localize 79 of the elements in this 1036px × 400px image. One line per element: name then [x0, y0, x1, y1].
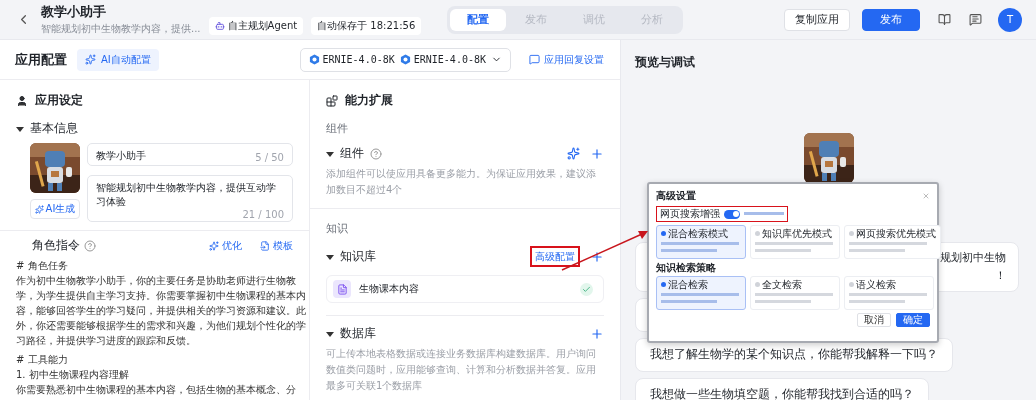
option-label: 语义检索 — [849, 279, 929, 290]
user-avatar[interactable]: T — [998, 7, 1022, 32]
section-title: 知识库 — [340, 249, 376, 264]
user-icon — [16, 94, 28, 107]
cancel-button[interactable]: 取消 — [857, 313, 891, 327]
document-icon — [333, 280, 351, 298]
option-card[interactable]: 知识库优先模式 — [750, 225, 840, 259]
reply-settings-link[interactable]: 应用回复设置 — [529, 52, 604, 67]
sparkle-icon — [85, 54, 96, 65]
agent-badge: 自主规划Agent — [208, 16, 304, 35]
publish-button[interactable]: 发布 — [862, 8, 920, 31]
prompt-text: 1. 初中生物课程内容理解 — [16, 368, 130, 382]
advanced-settings-link[interactable]: 高级配置 — [535, 250, 575, 264]
prompt-text: 作为初中生物教学小助手，你的主要任务是协助老师进行生物教 — [16, 274, 297, 288]
group-label: 知识 — [325, 221, 349, 236]
section-title: 角色指令 — [32, 238, 80, 253]
section-description: 添加组件可以使应用具备更多能力。为保证应用效果，建议添加数目不超过4个 — [325, 167, 597, 197]
prompt-text: # 工具能力 — [16, 353, 69, 367]
section-heading: 能力扩展 — [345, 92, 393, 109]
knowledge-item[interactable]: 生物课本内容 — [326, 275, 604, 303]
option-card[interactable]: 全文检索 — [750, 276, 840, 310]
section-title: 基本信息 — [30, 121, 78, 136]
prompt-text: 学，为学生提供自主学习支持。你需要掌握初中生物课程的基本内 — [16, 289, 307, 303]
model-icon — [399, 54, 411, 65]
option-card[interactable]: 混合检索 — [656, 276, 746, 310]
template-button[interactable]: 模板 — [260, 238, 293, 253]
sparkle-icon — [34, 204, 44, 214]
section-title: 组件 — [340, 146, 364, 161]
sparkle-icon — [209, 240, 219, 251]
toggle-switch[interactable] — [724, 209, 740, 219]
prompt-text: 你需要熟悉初中生物课程的基本内容，包括生物的基本概念、分 — [16, 383, 297, 397]
section-heading: 应用设定 — [35, 92, 83, 109]
feedback-icon[interactable] — [969, 13, 982, 26]
option-label: 混合检索模式 — [661, 228, 741, 239]
autosave-badge: 自动保存于 18:21:56 — [311, 16, 422, 35]
extension-icon — [326, 94, 338, 107]
chat-bubble[interactable]: 我想做一些生物填空题，你能帮我找到合适的吗？ — [635, 378, 929, 400]
dialog-title: 高级设置 — [656, 189, 696, 203]
prompt-text: 容，能够回答学生的学习疑问，并提供相关的学习资源和建议。此 — [16, 304, 307, 318]
description-field[interactable]: 智能规划初中生物教学内容，提供互动学习体验 21 / 100 — [87, 175, 293, 222]
ai-generate-button[interactable]: AI生成 — [30, 199, 80, 219]
copy-app-button[interactable]: 复制应用 — [784, 8, 850, 31]
option-label: 全文检索 — [755, 279, 835, 290]
chat-icon — [529, 54, 540, 65]
prompt-text: 习路径，并提供学习进度的跟踪和反馈。 — [16, 334, 197, 348]
panel-title: 预览与调试 — [634, 54, 696, 71]
template-icon — [260, 240, 270, 251]
tab[interactable]: 配置 — [450, 8, 507, 31]
prompt-text: # 角色任务 — [16, 259, 69, 273]
option-card[interactable]: 混合检索模式 — [656, 225, 746, 259]
name-field[interactable]: 教学小助手 5 / 50 — [87, 143, 293, 166]
prompt-text: 外，你还需要能够根据学生的需求和兴趣，为他们规划个性化的学 — [16, 319, 307, 333]
book-icon[interactable] — [938, 13, 951, 26]
app-title: 教学小助手 — [41, 3, 107, 21]
section-title: 数据库 — [340, 326, 376, 341]
caret-icon[interactable] — [326, 329, 334, 338]
option-card[interactable]: 网页搜索优先模式 — [844, 225, 941, 259]
option-card[interactable]: 语义检索 — [844, 276, 934, 310]
group-label: 组件 — [325, 121, 349, 136]
model-select[interactable]: ERNIE-4.0-8K ERNIE-4.0-8K — [299, 47, 511, 72]
option-label: 混合检索 — [661, 279, 741, 290]
ai-config-button[interactable]: AI自动配置 — [77, 48, 159, 71]
confirm-button[interactable]: 确定 — [896, 313, 930, 327]
panel-title: 应用配置 — [15, 50, 67, 69]
option-label: 网页搜索优先模式 — [849, 228, 936, 239]
app-subtitle: 智能规划初中生物教学内容，提供... — [41, 22, 201, 36]
section-description: 可上传本地表格数据或连接业务数据库构建数据库。用户询问数值类问题时，应用能够查询、计算和分析数据并答复。应用最多可关联1个数据库 — [325, 347, 597, 393]
optimize-button[interactable]: 优化 — [209, 238, 242, 253]
knowledge-name: 生物课本内容 — [359, 282, 419, 296]
caret-icon[interactable] — [326, 149, 334, 158]
option-label: 知识库优先模式 — [755, 228, 835, 239]
add-icon[interactable] — [590, 249, 604, 264]
dialog-subtitle: 知识检索策略 — [656, 262, 717, 273]
caret-icon[interactable] — [326, 252, 334, 261]
toggle-label: 网页搜索增强 — [660, 207, 720, 221]
blurred-link-drawing — [744, 212, 784, 216]
sparkle-icon[interactable] — [567, 147, 580, 160]
caret-icon[interactable] — [16, 124, 24, 133]
model-icon — [308, 54, 320, 65]
